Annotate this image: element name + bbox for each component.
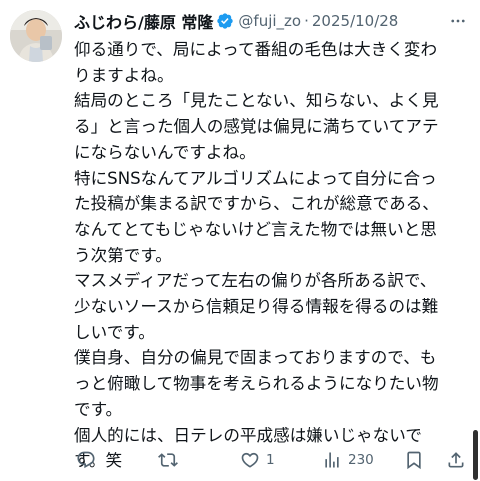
tweet-line: です。 bbox=[74, 399, 123, 419]
reply-icon bbox=[76, 450, 96, 470]
verified-badge-icon bbox=[216, 12, 234, 30]
avatar-image bbox=[10, 10, 62, 62]
tweet-line: う次第です。 bbox=[74, 245, 172, 265]
separator-dot: · bbox=[304, 12, 309, 30]
repost-icon bbox=[158, 450, 178, 470]
views-button[interactable]: 230 bbox=[322, 446, 374, 474]
tweet-line: た投稿が集まる訳ですから、これが総意である、 bbox=[74, 194, 439, 214]
like-button[interactable]: 1 bbox=[240, 446, 275, 474]
heart-icon bbox=[240, 450, 260, 470]
reply-button[interactable] bbox=[76, 446, 102, 474]
repost-button[interactable] bbox=[158, 446, 184, 474]
post-date[interactable]: 2025/10/28 bbox=[312, 12, 398, 30]
share-icon bbox=[446, 450, 466, 470]
tweet-line: 特にSNSなんてアルゴリズムによって自分に合っ bbox=[74, 168, 437, 188]
tweet-line: マスメディアだって左右の偏りが各所ある訳で、 bbox=[74, 271, 437, 291]
tweet[interactable]: ふじわら/藤原 常隆 @fuji_zo · 2025/10/28 仰る通りで、局… bbox=[0, 0, 480, 481]
tweet-line: っと俯瞰して物事を考えられるようになりたい物 bbox=[74, 374, 439, 394]
tweet-line: 僕自身、自分の偏見で固まっておりますので、も bbox=[74, 348, 437, 368]
bookmark-icon bbox=[404, 450, 424, 470]
like-count: 1 bbox=[266, 452, 275, 468]
avatar[interactable] bbox=[10, 10, 62, 62]
display-name[interactable]: ふじわら/藤原 常隆 bbox=[74, 9, 213, 33]
views-count: 230 bbox=[348, 452, 374, 468]
bookmark-button[interactable] bbox=[404, 446, 424, 474]
tweet-text: 仰る通りで、局によって番組の毛色は大きく変わ りますよね。 結局のところ「見たこ… bbox=[74, 37, 474, 474]
tweet-line: る」と言った個人の感覚は偏見に満ちていてアテ bbox=[74, 117, 439, 137]
tweet-header: ふじわら/藤原 常隆 @fuji_zo · 2025/10/28 bbox=[74, 8, 474, 34]
more-options-icon[interactable] bbox=[446, 8, 470, 34]
scrollbar-thumb[interactable] bbox=[473, 430, 478, 480]
action-bar: 1 230 bbox=[74, 446, 474, 474]
tweet-line: 結局のところ「見たことない、知らない、よく見 bbox=[74, 91, 439, 111]
tweet-line: なんてとてもじゃないけど言えた物では無いと思 bbox=[74, 219, 437, 239]
views-chart-icon bbox=[322, 450, 342, 470]
tweet-line: しいです。 bbox=[74, 322, 155, 342]
share-button[interactable] bbox=[446, 446, 466, 474]
tweet-line: にならないんですよね。 bbox=[74, 142, 256, 162]
handle[interactable]: @fuji_zo bbox=[238, 12, 301, 30]
tweet-line: 少ないソースから信頼足り得る情報を得るのは難 bbox=[74, 297, 439, 317]
tweet-line: 個人的には、日テレの平成感は嫌いじゃないで bbox=[74, 425, 422, 445]
tweet-line: りますよね。 bbox=[74, 65, 174, 85]
tweet-line: 仰る通りで、局によって番組の毛色は大きく変わ bbox=[74, 40, 438, 59]
